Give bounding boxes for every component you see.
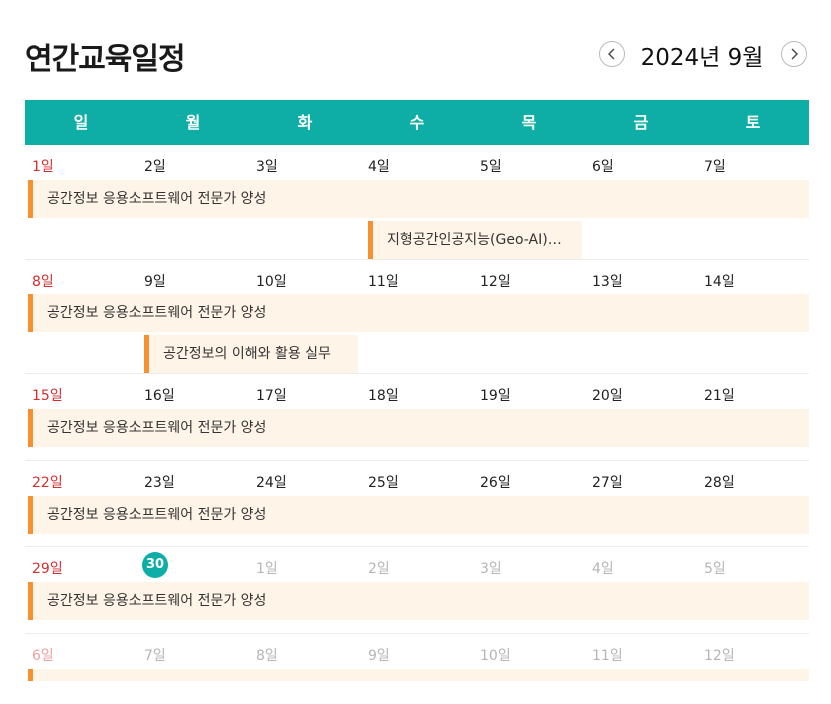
chevron-right-icon (791, 48, 798, 60)
day-cell[interactable]: 8일 (32, 271, 54, 291)
day-cell[interactable]: 6일 (32, 645, 54, 665)
day-cell[interactable]: 10일 (256, 271, 287, 291)
day-cell[interactable]: 7일 (144, 645, 166, 665)
calendar-week: 8일 9일 10일 11일 12일 13일 14일 공간정보 응용소프트웨어 전… (25, 260, 809, 374)
day-cell[interactable]: 4일 (368, 156, 390, 176)
event-bar[interactable]: 공간정보 응용소프트웨어 전문가 양성 (28, 180, 809, 218)
prev-month-button[interactable] (599, 41, 625, 67)
day-cell[interactable]: 3일 (480, 558, 502, 578)
event-bar[interactable]: 공간정보의 이해와 활용 실무 (144, 335, 358, 373)
day-cell[interactable]: 25일 (368, 472, 399, 492)
day-cell[interactable]: 7일 (704, 156, 726, 176)
calendar-week: 1일 2일 3일 4일 5일 6일 7일 공간정보 응용소프트웨어 전문가 양성… (25, 145, 809, 260)
day-cell[interactable]: 2일 (368, 558, 390, 578)
event-bar[interactable]: 지형공간인공지능(Geo-AI)… (368, 221, 582, 259)
day-cell[interactable]: 14일 (704, 271, 735, 291)
day-cell[interactable]: 18일 (368, 385, 399, 405)
day-cell[interactable]: 20일 (592, 385, 623, 405)
weekday-header: 일 월 화 수 목 금 토 (25, 100, 809, 145)
day-cell[interactable]: 29일 (32, 558, 63, 578)
page-title: 연간교육일정 (25, 42, 186, 77)
weekday-fri: 금 (633, 113, 649, 132)
current-month-label: 2024년 9월 (640, 45, 764, 71)
weekday-tue: 화 (297, 113, 313, 132)
calendar-week: 22일 23일 24일 25일 26일 27일 28일 공간정보 응용소프트웨어… (25, 461, 809, 547)
weekday-thu: 목 (521, 113, 537, 132)
day-cell[interactable]: 5일 (480, 156, 502, 176)
event-bar[interactable]: 공간정보 응용소프트웨어 전문가 양성 (28, 496, 809, 534)
day-cell[interactable]: 9일 (144, 271, 166, 291)
day-cell[interactable]: 3일 (256, 156, 278, 176)
day-cell[interactable]: 8일 (256, 645, 278, 665)
weekday-wed: 수 (409, 113, 425, 132)
day-cell[interactable]: 21일 (704, 385, 735, 405)
day-cell[interactable]: 28일 (704, 472, 735, 492)
event-bar[interactable]: 공간정보 응용소프트웨어 전문가 양성 (28, 294, 809, 332)
event-bar-partial[interactable] (28, 669, 809, 681)
event-bar[interactable]: 공간정보 응용소프트웨어 전문가 양성 (28, 582, 809, 620)
day-cell[interactable]: 9일 (368, 645, 390, 665)
day-cell[interactable]: 10일 (480, 645, 511, 665)
weekday-sat: 토 (745, 113, 761, 132)
day-cell[interactable]: 11일 (592, 645, 623, 665)
day-cell[interactable]: 4일 (592, 558, 614, 578)
day-cell[interactable]: 1일 (256, 558, 278, 578)
day-cell[interactable]: 2일 (144, 156, 166, 176)
day-cell[interactable]: 27일 (592, 472, 623, 492)
day-cell[interactable]: 17일 (256, 385, 287, 405)
day-cell-today[interactable]: 30일 (142, 552, 168, 578)
day-cell[interactable]: 12일 (704, 645, 735, 665)
calendar-week: 15일 16일 17일 18일 19일 20일 21일 공간정보 응용소프트웨어… (25, 374, 809, 461)
day-cell[interactable]: 5일 (704, 558, 726, 578)
day-cell[interactable]: 12일 (480, 271, 511, 291)
day-cell[interactable]: 13일 (592, 271, 623, 291)
day-cell[interactable]: 6일 (592, 156, 614, 176)
day-cell[interactable]: 23일 (144, 472, 175, 492)
day-cell[interactable]: 11일 (368, 271, 399, 291)
calendar-week: 29일 30일 1일 2일 3일 4일 5일 공간정보 응용소프트웨어 전문가 … (25, 547, 809, 634)
day-cell[interactable]: 24일 (256, 472, 287, 492)
weekday-sun: 일 (73, 113, 89, 132)
next-month-button[interactable] (781, 41, 807, 67)
day-cell[interactable]: 16일 (144, 385, 175, 405)
day-cell[interactable]: 26일 (480, 472, 511, 492)
weekday-mon: 월 (185, 113, 201, 132)
day-cell[interactable]: 1일 (32, 156, 54, 176)
day-cell[interactable]: 22일 (32, 472, 63, 492)
event-bar[interactable]: 공간정보 응용소프트웨어 전문가 양성 (28, 409, 809, 447)
day-cell[interactable]: 19일 (480, 385, 511, 405)
day-cell[interactable]: 15일 (32, 385, 63, 405)
chevron-left-icon (608, 48, 615, 60)
calendar-week: 6일 7일 8일 9일 10일 11일 12일 (25, 634, 809, 704)
